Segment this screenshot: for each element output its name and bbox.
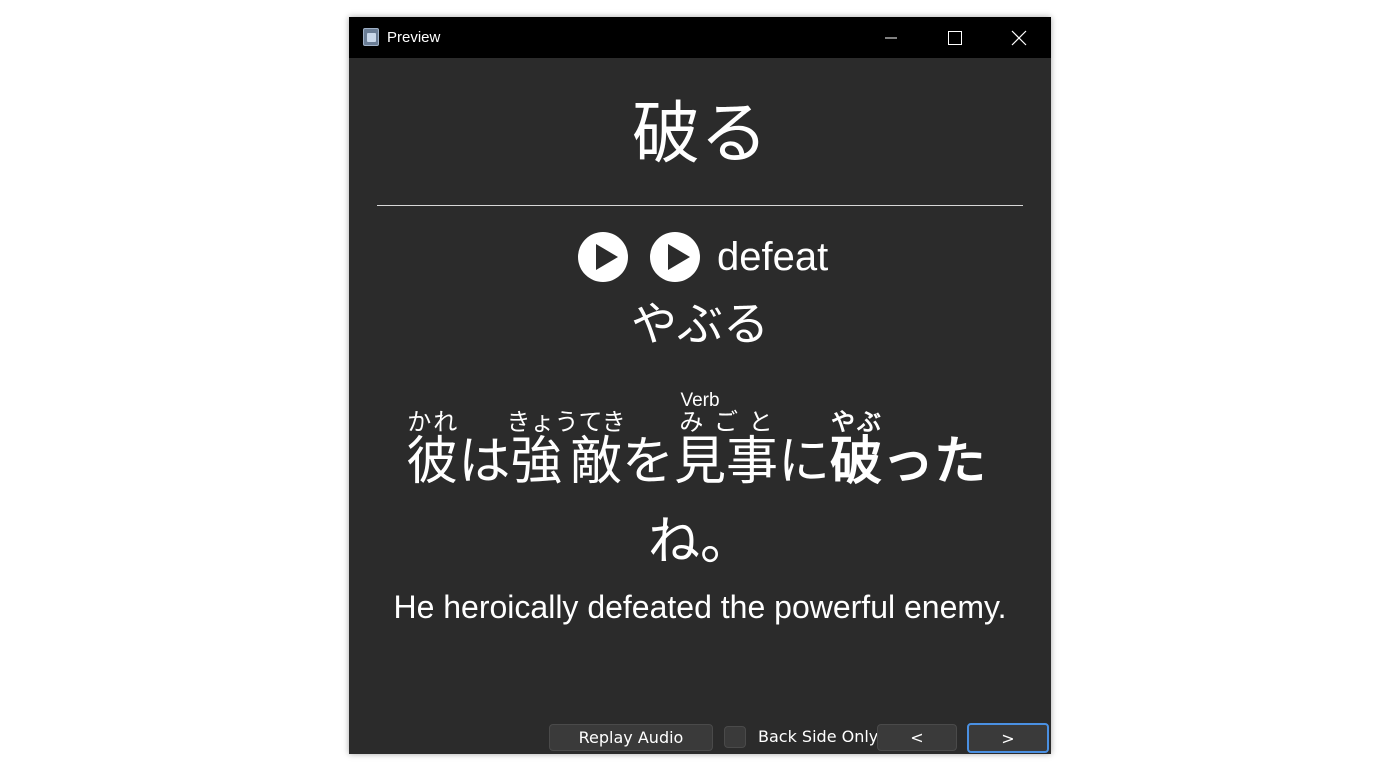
replay-audio-button[interactable]: Replay Audio — [549, 724, 713, 751]
example-sentence: 彼かれは強敵きょうてきを見事みごとに破やぶったね。 — [381, 408, 1019, 582]
sentence-segment: 強敵きょうてき — [506, 408, 626, 492]
sentence-segment: ね。 — [647, 512, 752, 572]
next-button[interactable]: > — [967, 723, 1049, 753]
close-button[interactable] — [987, 17, 1051, 58]
sentence-segment: 見事みごと — [674, 408, 779, 492]
title-bar[interactable]: Preview — [349, 17, 1051, 58]
window-title: Preview — [387, 29, 441, 46]
minimize-icon — [885, 37, 897, 38]
maximize-button[interactable] — [923, 17, 987, 58]
preview-window: Preview 破る defeat やぶる Verb 彼かれは強敵きょうてきを見… — [349, 17, 1051, 754]
minimize-button[interactable] — [859, 17, 923, 58]
previous-button[interactable]: < — [877, 724, 957, 751]
sentence-translation: He heroically defeated the powerful enem… — [393, 589, 1007, 625]
play-audio-icon[interactable] — [650, 232, 700, 282]
play-audio-icon[interactable] — [578, 232, 628, 282]
close-icon — [1011, 30, 1027, 45]
sentence-segment: に — [778, 432, 831, 492]
back-side-only-label: Back Side Only — [758, 727, 879, 746]
app-icon — [363, 28, 379, 46]
reading: やぶる — [631, 297, 769, 351]
audio-row: defeat — [578, 231, 828, 283]
sentence-segment: 彼かれ — [406, 408, 459, 492]
maximize-icon — [948, 30, 962, 45]
sentence-segment: を — [621, 432, 674, 492]
headword: 破る — [631, 95, 768, 174]
meaning: defeat — [717, 235, 829, 279]
target-word-okurigana: った — [882, 432, 987, 492]
divider — [377, 205, 1023, 206]
card-content: 破る defeat やぶる Verb 彼かれは強敵きょうてきを見事みごとに破やぶ… — [349, 58, 1051, 754]
back-side-only-checkbox[interactable] — [724, 726, 746, 748]
sentence-segment: は — [458, 432, 511, 492]
target-word: 破やぶ — [830, 408, 883, 492]
